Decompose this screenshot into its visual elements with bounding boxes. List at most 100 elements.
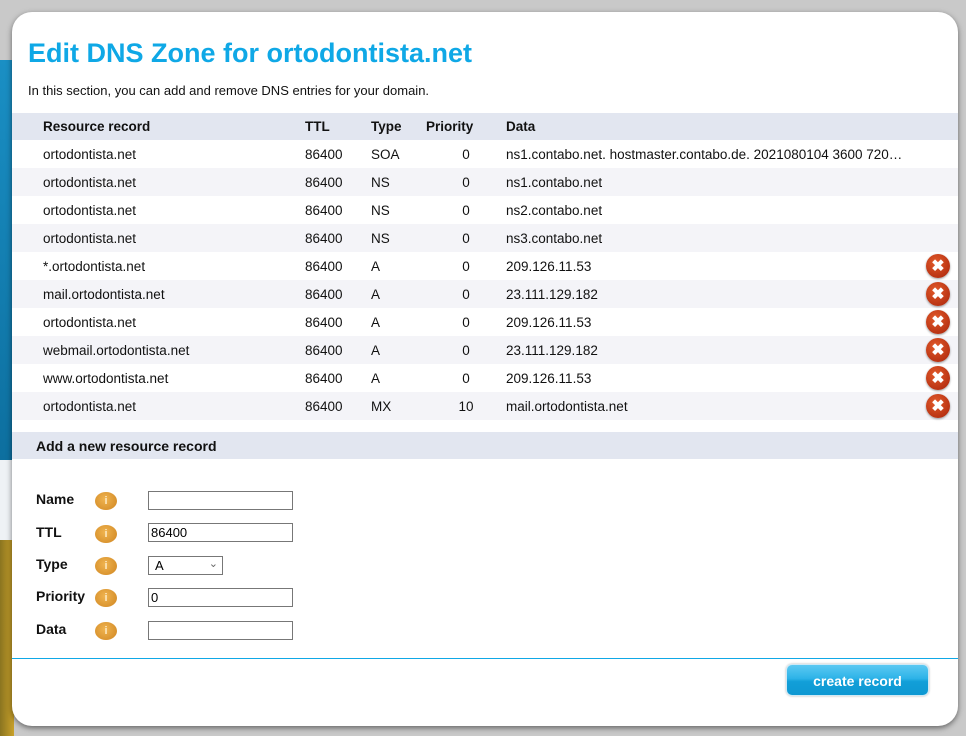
record-type: NS bbox=[371, 168, 426, 196]
record-priority: 0 bbox=[462, 146, 470, 162]
type-label: Type bbox=[36, 556, 68, 572]
divider bbox=[12, 658, 958, 659]
record-ttl: 86400 bbox=[305, 258, 343, 274]
record-data: ns2.contabo.net bbox=[506, 202, 603, 218]
add-record-header: Add a new resource record bbox=[12, 432, 958, 459]
col-data: Data bbox=[506, 113, 918, 140]
info-icon[interactable]: i bbox=[95, 557, 117, 575]
record-actions: ✖ bbox=[918, 364, 958, 392]
table-row: ortodontista.net 86400 A 0 209.126.11.53 ✖ bbox=[12, 308, 958, 336]
record-ttl: 86400 bbox=[305, 370, 343, 386]
record-priority: 0 bbox=[462, 370, 470, 386]
record-type: A bbox=[371, 336, 426, 364]
intro-text: In this section, you can add and remove … bbox=[28, 83, 430, 98]
record-actions bbox=[918, 140, 958, 168]
record-name: webmail.ortodontista.net bbox=[12, 336, 305, 364]
record-priority: 0 bbox=[426, 224, 506, 252]
delete-record-icon[interactable]: ✖ bbox=[926, 366, 950, 390]
record-actions: ✖ bbox=[918, 252, 958, 280]
record-ttl: 86400 bbox=[305, 280, 371, 308]
info-icon[interactable]: i bbox=[95, 492, 117, 510]
record-ttl: 86400 bbox=[305, 168, 371, 196]
record-actions: ✖ bbox=[918, 280, 958, 308]
record-actions bbox=[918, 224, 958, 252]
create-record-button[interactable]: create record bbox=[786, 664, 929, 696]
record-actions bbox=[918, 196, 958, 224]
data-label: Data bbox=[36, 621, 67, 637]
priority-label: Priority bbox=[36, 588, 86, 604]
table-row: webmail.ortodontista.net 86400 A 0 23.111.12… bbox=[12, 336, 958, 364]
record-data: mail.ortodontista.net bbox=[506, 392, 918, 420]
table-row: ortodontista.net 86400 SOA 0 ns1.contabo.net… bbox=[12, 140, 958, 168]
record-name: ortodontista.net bbox=[43, 314, 137, 330]
delete-record-icon[interactable]: ✖ bbox=[926, 394, 950, 418]
col-type: Type bbox=[371, 113, 426, 140]
record-data: 23.111.129.182 bbox=[506, 280, 918, 308]
record-type: A bbox=[371, 280, 426, 308]
record-name: mail.ortodontista.net bbox=[12, 280, 305, 308]
record-priority: 0 bbox=[426, 168, 506, 196]
chevron-down-icon: ⌄ bbox=[208, 558, 218, 570]
type-select-value: A bbox=[155, 558, 164, 573]
delete-record-icon[interactable]: ✖ bbox=[926, 254, 950, 278]
record-ttl: 86400 bbox=[305, 224, 371, 252]
table-row: ortodontista.net 86400 NS 0 ns1.contabo.net bbox=[12, 168, 958, 196]
record-actions: ✖ bbox=[918, 308, 958, 336]
record-name: www.ortodontista.net bbox=[43, 370, 169, 386]
record-priority: 10 bbox=[426, 392, 506, 420]
record-ttl: 86400 bbox=[305, 146, 343, 162]
record-actions: ✖ bbox=[918, 392, 958, 420]
table-row: *.ortodontista.net 86400 A 0 209.126.11.53 ✖ bbox=[12, 252, 958, 280]
table-row: ortodontista.net 86400 MX 10 mail.ortodontis… bbox=[12, 392, 958, 420]
record-type: MX bbox=[371, 392, 426, 420]
record-ttl: 86400 bbox=[305, 392, 371, 420]
col-ttl: TTL bbox=[305, 113, 371, 140]
record-name: ortodontista.net bbox=[43, 202, 137, 218]
record-type: A bbox=[371, 258, 381, 274]
record-type: A bbox=[371, 370, 381, 386]
priority-input[interactable] bbox=[148, 588, 293, 607]
record-name: ortodontista.net bbox=[43, 146, 137, 162]
record-ttl: 86400 bbox=[305, 202, 343, 218]
info-icon[interactable]: i bbox=[95, 622, 117, 640]
record-name: ortodontista.net bbox=[12, 392, 305, 420]
col-resource-record: Resource record bbox=[12, 113, 305, 140]
col-priority: Priority bbox=[426, 113, 506, 140]
record-type: A bbox=[371, 314, 381, 330]
delete-record-icon[interactable]: ✖ bbox=[926, 310, 950, 334]
col-actions bbox=[918, 113, 958, 140]
table-row: ortodontista.net 86400 NS 0 ns2.contabo.net bbox=[12, 196, 958, 224]
dns-records-table: Resource record TTL Type Priority Data o… bbox=[12, 113, 958, 420]
record-priority: 0 bbox=[462, 202, 470, 218]
record-priority: 0 bbox=[462, 258, 470, 274]
name-label: Name bbox=[36, 491, 75, 507]
record-data: ns3.contabo.net bbox=[506, 224, 918, 252]
table-row: www.ortodontista.net 86400 A 0 209.126.11.53… bbox=[12, 364, 958, 392]
record-data: ns1.contabo.net. hostmaster.contabo.de. … bbox=[506, 146, 903, 162]
info-icon[interactable]: i bbox=[95, 525, 117, 543]
table-header: Resource record TTL Type Priority Data bbox=[12, 113, 958, 140]
ttl-label: TTL bbox=[36, 524, 62, 540]
record-name: ortodontista.net bbox=[12, 224, 305, 252]
table-row: mail.ortodontista.net 86400 A 0 23.111.129.1… bbox=[12, 280, 958, 308]
type-select[interactable]: A ⌄ bbox=[148, 556, 223, 575]
delete-record-icon[interactable]: ✖ bbox=[926, 338, 950, 362]
record-ttl: 86400 bbox=[305, 314, 343, 330]
name-input[interactable] bbox=[148, 491, 293, 510]
data-input[interactable] bbox=[148, 621, 293, 640]
ttl-input[interactable] bbox=[148, 523, 293, 542]
record-data: 209.126.11.53 bbox=[506, 314, 592, 330]
record-priority: 0 bbox=[426, 336, 506, 364]
record-priority: 0 bbox=[462, 314, 470, 330]
delete-record-icon[interactable]: ✖ bbox=[926, 282, 950, 306]
record-ttl: 86400 bbox=[305, 336, 371, 364]
record-type: NS bbox=[371, 202, 390, 218]
record-type: SOA bbox=[371, 146, 400, 162]
record-priority: 0 bbox=[426, 280, 506, 308]
record-name: *.ortodontista.net bbox=[43, 258, 146, 274]
info-icon[interactable]: i bbox=[95, 589, 117, 607]
record-type: NS bbox=[371, 224, 426, 252]
record-data: 209.126.11.53 bbox=[506, 370, 592, 386]
page-title: Edit DNS Zone for ortodontista.net bbox=[28, 38, 472, 68]
record-data: 209.126.11.53 bbox=[506, 258, 592, 274]
